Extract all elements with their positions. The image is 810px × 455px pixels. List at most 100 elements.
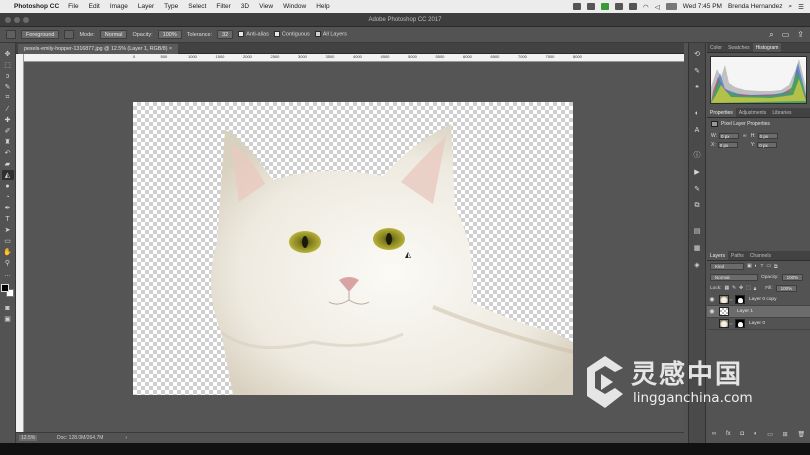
layer-style-icon[interactable]: fx	[726, 431, 731, 440]
filter-shape-icon[interactable]: ▭	[766, 264, 771, 269]
styles-panel-icon[interactable]: ▦	[692, 243, 702, 253]
new-group-icon[interactable]: ▭	[767, 431, 773, 440]
more-tools-icon[interactable]: …	[2, 269, 14, 279]
workspace-icon[interactable]: ▭	[782, 30, 790, 40]
layer-name[interactable]: Layer 0	[749, 321, 765, 326]
antialias-checkbox[interactable]: Anti-alias	[238, 31, 269, 38]
menu-select[interactable]: Select	[188, 3, 206, 10]
horizontal-ruler[interactable]: 0 500 1000 1500 2000 2500 3000 3500 4000 4500 5000…	[24, 54, 684, 62]
y-field[interactable]: Y: 0 px	[751, 142, 778, 148]
lock-artboard-icon[interactable]: ⬚	[746, 286, 751, 291]
zoom-tool-icon[interactable]: ⚲	[2, 258, 14, 268]
layer-mask-thumbnail[interactable]	[735, 319, 745, 328]
quick-select-tool-icon[interactable]: ✎	[2, 82, 14, 92]
tab-paths[interactable]: Paths	[728, 251, 747, 260]
layer-opacity-field[interactable]: 100%	[781, 274, 804, 281]
share-icon[interactable]: ⇪	[797, 30, 804, 40]
notes-panel-icon[interactable]: ▤	[692, 226, 702, 236]
menu-layer[interactable]: Layer	[138, 3, 154, 10]
pen-tool-icon[interactable]: ✒	[2, 203, 14, 213]
layer-row[interactable]: ◉ Layer 1	[707, 306, 810, 318]
screen-mode-icon[interactable]: ▣	[2, 314, 14, 324]
minimize-window-button[interactable]	[14, 17, 20, 23]
tab-properties[interactable]: Properties	[707, 108, 736, 117]
tab-layers[interactable]: Layers	[707, 251, 729, 260]
status-icon[interactable]	[629, 3, 638, 10]
menu-help[interactable]: Help	[316, 3, 329, 10]
actions-panel-icon[interactable]: ▶	[692, 167, 702, 177]
kind-filter-select[interactable]: Kind	[710, 263, 744, 270]
color-swatches[interactable]	[0, 284, 15, 298]
blur-tool-icon[interactable]: ●	[2, 181, 14, 191]
tab-adjustments[interactable]: Adjustments	[736, 108, 770, 117]
fill-field[interactable]: 100%	[775, 285, 798, 292]
vertical-ruler[interactable]	[16, 54, 24, 432]
layer-mask-thumbnail[interactable]	[735, 295, 745, 304]
layer-name[interactable]: Layer 1	[737, 309, 753, 314]
eyedropper-tool-icon[interactable]: ⁄	[2, 104, 14, 114]
lock-pixels-icon[interactable]: ✎	[732, 286, 736, 291]
foreground-color-swatch[interactable]	[0, 284, 9, 292]
menu-type[interactable]: Type	[164, 3, 178, 10]
tab-channels[interactable]: Channels	[747, 251, 774, 260]
move-tool-icon[interactable]: ✥	[2, 49, 14, 59]
status-icon[interactable]	[601, 3, 610, 10]
visibility-eye-icon[interactable]: ◉	[707, 308, 717, 315]
document-tab[interactable]: pexels-emily-hopper-1316877.jpg @ 12.5% …	[18, 44, 179, 54]
crop-tool-icon[interactable]: ⌗	[2, 93, 14, 103]
history-brush-tool-icon[interactable]: ↶	[2, 148, 14, 158]
character-panel-icon[interactable]: A	[692, 125, 702, 135]
history-panel-icon[interactable]: ⟲	[692, 49, 702, 59]
menu-edit[interactable]: Edit	[89, 3, 100, 10]
quick-mask-icon[interactable]: ◙	[2, 303, 14, 313]
contiguous-checkbox[interactable]: Contiguous	[273, 31, 310, 38]
new-adjustment-icon[interactable]: ◐	[754, 431, 758, 440]
blend-mode-select[interactable]: Normal	[710, 274, 758, 281]
tab-color[interactable]: Color	[707, 43, 725, 52]
status-menu-arrow-icon[interactable]: ›	[125, 435, 127, 441]
tool-presets-icon[interactable]: ✎	[692, 184, 702, 194]
pattern-picker[interactable]	[64, 30, 75, 39]
layer-row[interactable]: ◉ ∞ Layer 0 copy	[707, 294, 810, 306]
volume-icon[interactable]: ◁	[655, 3, 660, 11]
fill-source-select[interactable]: Foreground	[21, 30, 60, 39]
eraser-tool-icon[interactable]: ▰	[2, 159, 14, 169]
add-mask-icon[interactable]: ◘	[740, 431, 744, 440]
tab-swatches[interactable]: Swatches	[725, 43, 753, 52]
layer-name[interactable]: Layer 0 copy	[749, 297, 776, 302]
filter-adjust-icon[interactable]: ◐	[755, 264, 758, 269]
all-layers-checkbox[interactable]: All Layers	[314, 31, 347, 38]
close-window-button[interactable]	[5, 17, 11, 23]
paint-bucket-tool-icon[interactable]: ◭	[1, 170, 14, 180]
layer-row[interactable]: ∞ Layer 0	[707, 318, 810, 330]
healing-brush-tool-icon[interactable]: ✚	[2, 115, 14, 125]
navigator-panel-icon[interactable]: ◈	[692, 260, 702, 270]
filter-type-icon[interactable]: T	[760, 264, 763, 269]
hand-tool-icon[interactable]: ✋	[2, 247, 14, 257]
type-tool-icon[interactable]: T	[2, 214, 14, 224]
comment-panel-icon[interactable]: ❝	[692, 83, 702, 93]
clock[interactable]: Wed 7:45 PM	[683, 3, 722, 10]
menu-file[interactable]: File	[68, 3, 78, 10]
filter-smart-icon[interactable]: ⧉	[774, 264, 777, 270]
lock-position-icon[interactable]: ✥	[739, 286, 743, 291]
brush-tool-icon[interactable]: ✐	[2, 126, 14, 136]
height-input[interactable]: 0 px	[757, 133, 778, 139]
zoom-window-button[interactable]	[23, 17, 29, 23]
width-input[interactable]: 0 px	[719, 133, 740, 139]
dodge-tool-icon[interactable]: ◔	[2, 192, 14, 202]
shape-tool-icon[interactable]: ▭	[2, 236, 14, 246]
mask-link-icon[interactable]: ∞	[729, 321, 733, 326]
document-canvas[interactable]	[133, 102, 573, 395]
tab-histogram[interactable]: Histogram	[752, 43, 782, 52]
adjustments-panel-icon[interactable]: ◐	[692, 108, 702, 118]
menu-window[interactable]: Window	[283, 3, 306, 10]
link-layers-icon[interactable]: ∞	[712, 431, 716, 440]
search-icon[interactable]: ⌕	[769, 30, 773, 40]
user-name[interactable]: Brenda Hernandez	[728, 3, 783, 10]
filter-pixel-icon[interactable]: ▣	[747, 264, 752, 269]
mask-link-icon[interactable]: ∞	[729, 297, 733, 302]
zoom-level-field[interactable]: 12.5%	[19, 435, 37, 441]
document-size[interactable]: Doc: 128.0M/264.7M	[57, 435, 103, 441]
opacity-field[interactable]: 100%	[157, 30, 182, 39]
